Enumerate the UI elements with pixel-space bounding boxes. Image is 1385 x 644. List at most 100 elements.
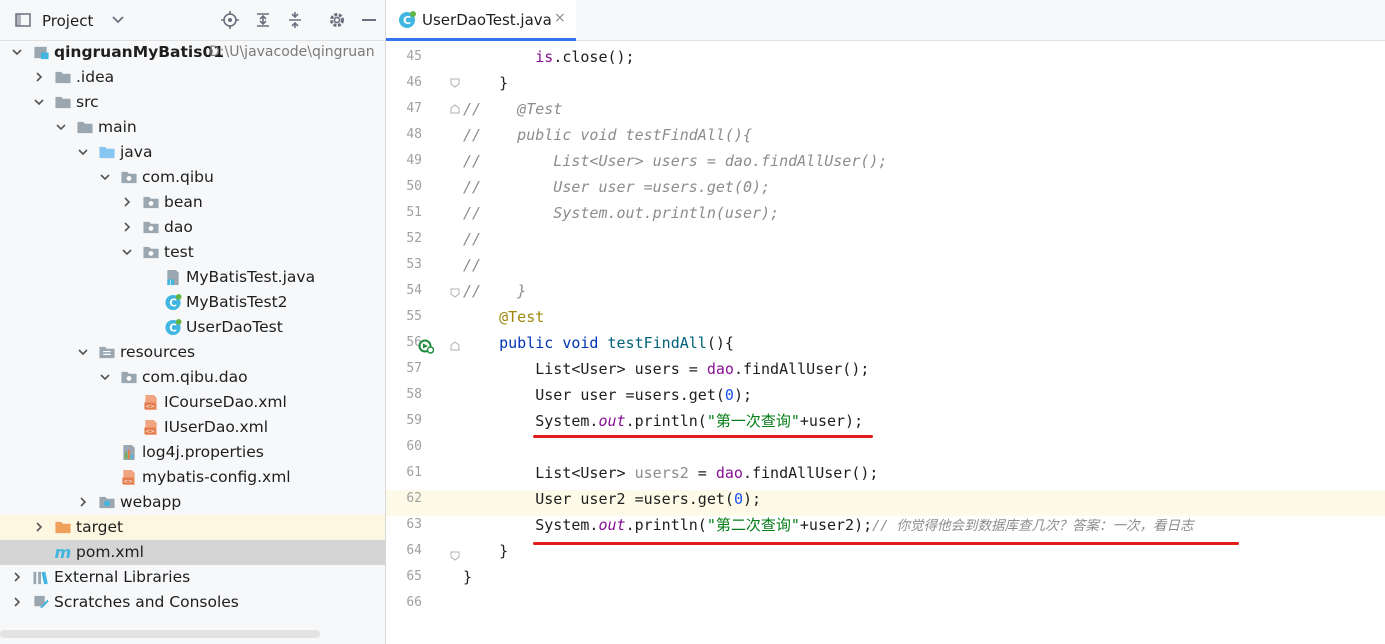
excluded-folder-icon bbox=[55, 521, 71, 534]
fold-end-icon[interactable] bbox=[450, 78, 460, 88]
tree-item[interactable]: main bbox=[0, 115, 385, 140]
package-icon bbox=[121, 371, 137, 384]
tree-item-label: UserDaoTest bbox=[186, 318, 283, 336]
tree-item-label: MyBatisTest.java bbox=[186, 268, 316, 286]
code-line-63: System.out.println("第二次查询"+user2);// 你觉得… bbox=[463, 516, 1194, 534]
chevron-down-icon[interactable] bbox=[100, 372, 110, 382]
tree-item[interactable]: J MyBatisTest.java bbox=[0, 265, 385, 290]
expand-all-icon[interactable] bbox=[254, 11, 272, 29]
line-number: 65 bbox=[406, 569, 422, 584]
tab-close-icon[interactable]: × bbox=[554, 10, 566, 26]
red-underline-annotation bbox=[533, 435, 873, 438]
chevron-right-icon[interactable] bbox=[34, 72, 44, 82]
fold-start-icon[interactable] bbox=[450, 341, 460, 351]
tree-item-label: java bbox=[120, 143, 153, 161]
line-number: 63 bbox=[406, 517, 422, 532]
code-line-65: } bbox=[463, 568, 473, 586]
tree-item[interactable]: <> IUserDao.xml bbox=[0, 415, 385, 440]
chevron-right-icon[interactable] bbox=[122, 222, 132, 232]
tree-item-label: log4j.properties bbox=[142, 443, 264, 461]
svg-text:m: m bbox=[55, 544, 72, 561]
code-area[interactable]: 45 46 47 48 49 50 51 52 53 54 55 56 57 58 59 60 61 62 63 64… bbox=[386, 44, 1385, 644]
fold-end-icon[interactable] bbox=[450, 288, 460, 298]
tree-item[interactable]: test bbox=[0, 240, 385, 265]
resources-folder-icon bbox=[99, 346, 115, 359]
code-line-46: } bbox=[463, 74, 509, 92]
collapse-all-icon[interactable] bbox=[286, 11, 304, 29]
tree-item-label: qingruanMyBatis01 bbox=[54, 43, 225, 61]
tree-item-label: resources bbox=[120, 343, 196, 361]
tree-item[interactable]: webapp bbox=[0, 490, 385, 515]
line-number: 46 bbox=[406, 75, 422, 90]
chevron-down-icon[interactable] bbox=[78, 347, 88, 357]
svg-text:<>: <> bbox=[145, 404, 155, 410]
project-panel-title[interactable]: Project bbox=[42, 12, 93, 30]
package-icon bbox=[143, 246, 159, 259]
tree-item-label: com.qibu bbox=[142, 168, 214, 186]
tree-item[interactable]: log4j.properties bbox=[0, 440, 385, 465]
chevron-down-icon[interactable] bbox=[100, 172, 110, 182]
tree-item[interactable]: com.qibu bbox=[0, 165, 385, 190]
tree-item[interactable]: java bbox=[0, 140, 385, 165]
line-number: 64 bbox=[406, 543, 422, 558]
tree-item[interactable]: <> ICourseDao.xml bbox=[0, 390, 385, 415]
folder-icon bbox=[55, 71, 71, 84]
tree-item-label: bean bbox=[164, 193, 203, 211]
minimize-icon[interactable] bbox=[360, 11, 378, 29]
line-number: 47 bbox=[406, 101, 422, 116]
tree-item[interactable]: target bbox=[0, 515, 385, 540]
tree-item[interactable]: resources bbox=[0, 340, 385, 365]
tree-item-label: dao bbox=[164, 218, 193, 236]
tree-item[interactable]: bean bbox=[0, 190, 385, 215]
chevron-down-icon[interactable] bbox=[56, 122, 66, 132]
editor-tab-bar: C UserDaoTest.java × bbox=[386, 0, 1385, 41]
tree-item-label: IUserDao.xml bbox=[164, 418, 269, 436]
line-number: 66 bbox=[406, 595, 422, 610]
chevron-right-icon[interactable] bbox=[34, 522, 44, 532]
fold-end-icon[interactable] bbox=[450, 551, 460, 561]
chevron-right-icon[interactable] bbox=[12, 597, 22, 607]
code-line-52: // bbox=[463, 230, 482, 248]
tree-item[interactable]: C MyBatisTest2 bbox=[0, 290, 385, 315]
chevron-right-icon[interactable] bbox=[122, 197, 132, 207]
tree-item[interactable]: qingruanMyBatis01 D:\U\javacode\qingruan bbox=[0, 40, 385, 65]
scratches-icon bbox=[34, 595, 49, 609]
tree-item[interactable]: src bbox=[0, 90, 385, 115]
code-editor: C UserDaoTest.java × 45 46 47 48 49 50 51 52 53 5… bbox=[386, 0, 1385, 644]
tree-item[interactable]: com.qibu.dao bbox=[0, 365, 385, 390]
svg-text:<>: <> bbox=[123, 479, 133, 485]
chevron-right-icon[interactable] bbox=[78, 497, 88, 507]
gear-icon[interactable] bbox=[328, 11, 346, 29]
run-test-icon[interactable] bbox=[418, 338, 434, 354]
tree-item[interactable]: m pom.xml bbox=[0, 540, 385, 565]
chevron-down-icon[interactable] bbox=[78, 147, 88, 157]
svg-text:J: J bbox=[169, 280, 172, 286]
folder-icon bbox=[77, 121, 93, 134]
tree-item[interactable]: dao bbox=[0, 215, 385, 240]
chevron-down-icon[interactable] bbox=[122, 247, 132, 257]
line-number: 51 bbox=[406, 205, 422, 220]
code-line-45: is.close(); bbox=[535, 48, 635, 66]
chevron-down-icon[interactable] bbox=[34, 97, 44, 107]
horizontal-scrollbar[interactable] bbox=[0, 630, 320, 638]
line-number: 58 bbox=[406, 387, 422, 402]
package-icon bbox=[143, 221, 159, 234]
tree-item-label: mybatis-config.xml bbox=[142, 468, 291, 486]
tree-item-label: .idea bbox=[76, 68, 115, 86]
line-number: 54 bbox=[406, 283, 422, 298]
tree-item-label: target bbox=[76, 518, 124, 536]
chevron-down-icon[interactable] bbox=[12, 47, 22, 57]
tree-item[interactable]: C UserDaoTest bbox=[0, 315, 385, 340]
tree-item[interactable]: Scratches and Consoles bbox=[0, 590, 385, 615]
tree-item[interactable]: <> mybatis-config.xml bbox=[0, 465, 385, 490]
fold-start-icon[interactable] bbox=[450, 104, 460, 114]
project-view-icon[interactable] bbox=[14, 11, 32, 29]
chevron-right-icon[interactable] bbox=[12, 572, 22, 582]
chevron-down-icon[interactable] bbox=[112, 14, 124, 26]
tree-item[interactable]: .idea bbox=[0, 65, 385, 90]
tree-item[interactable]: External Libraries bbox=[0, 565, 385, 590]
code-line-58: User user =users.get(0); bbox=[463, 386, 752, 404]
tab-userdaotest[interactable]: C UserDaoTest.java × bbox=[386, 0, 576, 41]
svg-text:C: C bbox=[169, 297, 177, 309]
locate-icon[interactable] bbox=[221, 11, 239, 29]
